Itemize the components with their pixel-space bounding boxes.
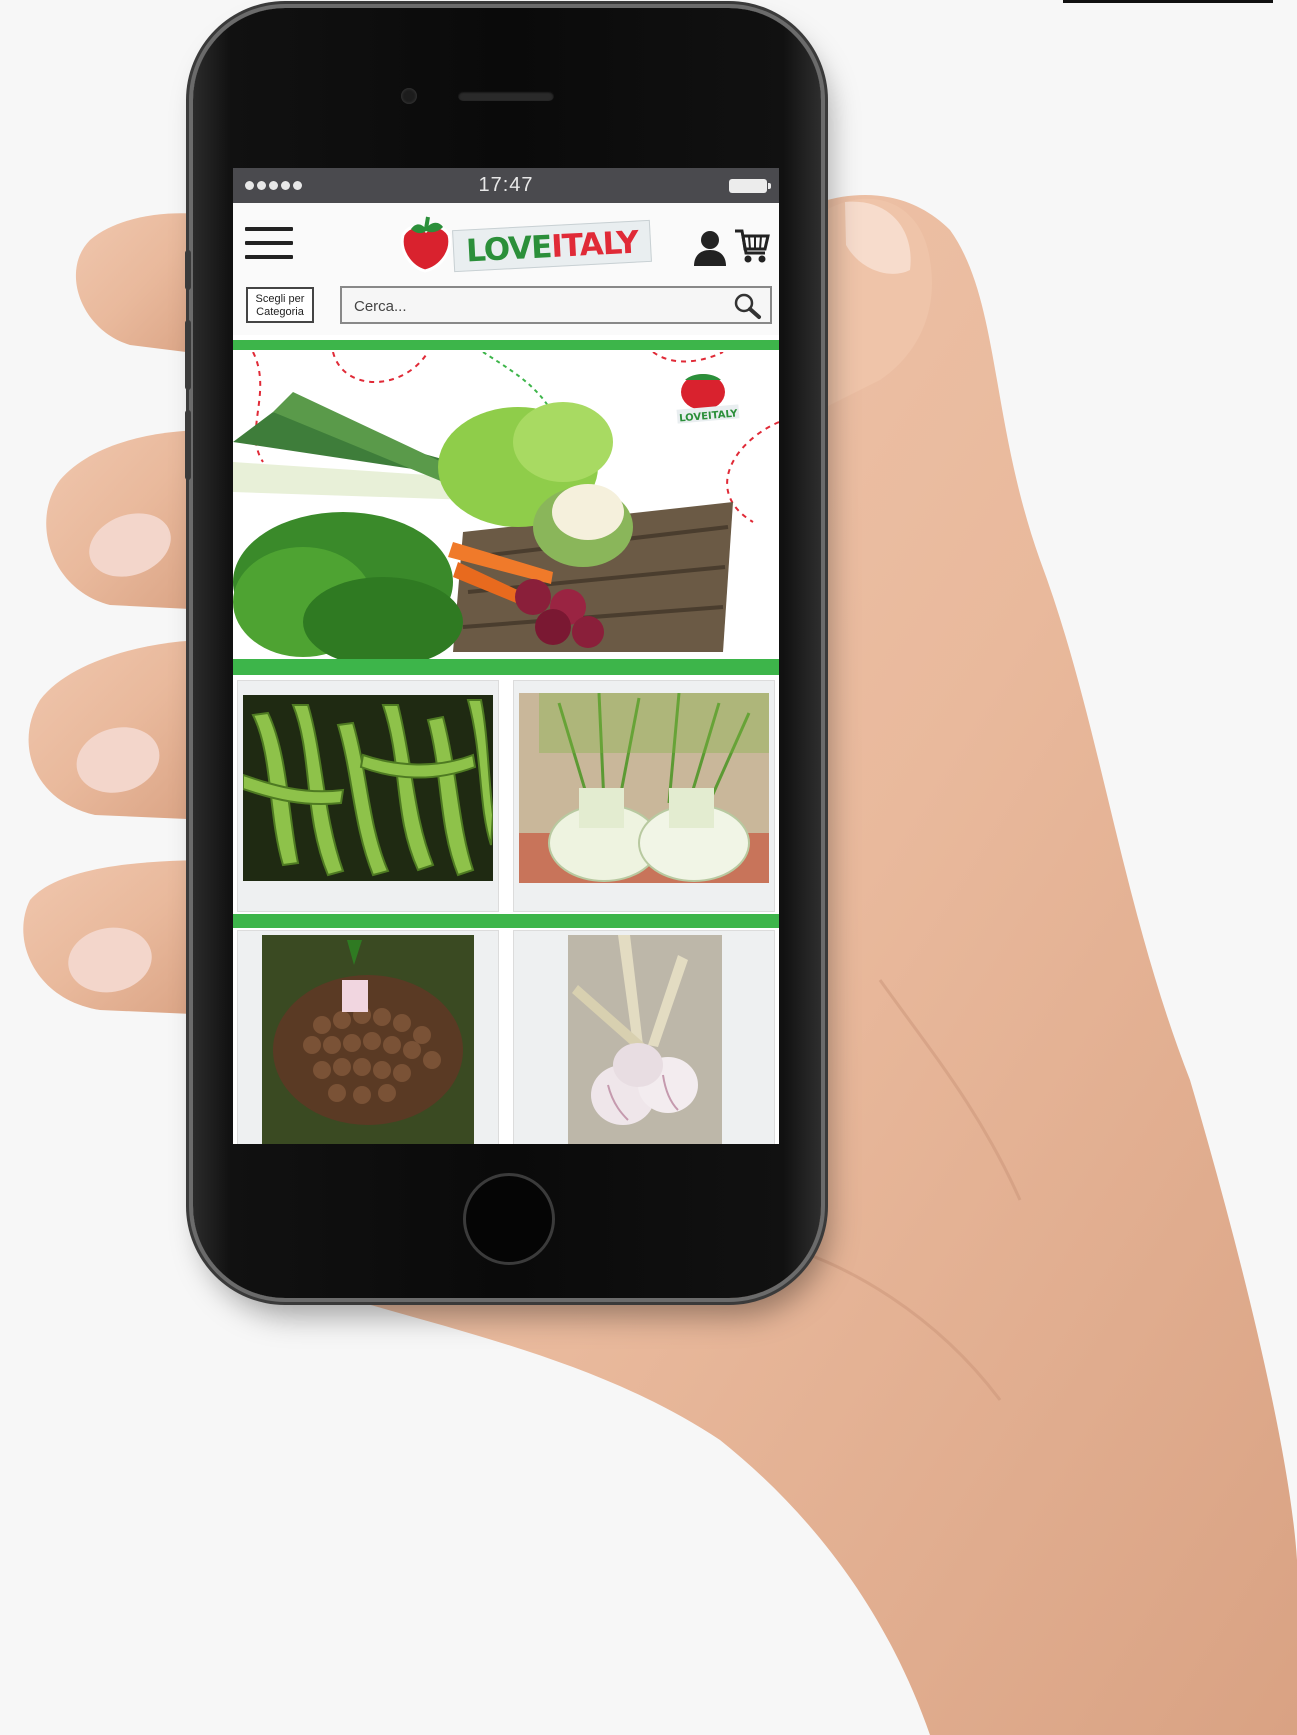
status-bar: 17:47 xyxy=(233,168,779,203)
logo-wordmark: LOVEITALY xyxy=(452,219,652,273)
search-box xyxy=(340,286,772,324)
user-icon[interactable] xyxy=(693,229,727,267)
search-icon[interactable] xyxy=(732,292,762,320)
volume-down-button xyxy=(185,410,191,480)
product-tile[interactable] xyxy=(237,930,499,1144)
divider-bar-2 xyxy=(233,659,779,675)
logo-love: LOVE xyxy=(465,229,553,270)
hero-banner[interactable]: LOVEITALY xyxy=(233,352,779,659)
divider-bar-3 xyxy=(233,914,779,928)
volume-up-button xyxy=(185,320,191,390)
search-input[interactable] xyxy=(352,292,706,320)
product-image-fave-beans xyxy=(243,695,493,881)
home-button[interactable] xyxy=(463,1173,555,1265)
product-image-dried-figs xyxy=(262,935,474,1144)
loveitaly-logo[interactable]: LOVEITALY xyxy=(393,211,652,277)
vegetable-crate-image: LOVEITALY xyxy=(233,352,779,659)
cart-icon[interactable] xyxy=(733,227,771,265)
hamburger-menu-icon[interactable] xyxy=(245,227,293,259)
status-time: 17:47 xyxy=(478,174,534,196)
mute-switch xyxy=(185,250,191,290)
front-camera-icon xyxy=(401,88,417,104)
product-image-fennel xyxy=(519,693,769,883)
logo-italy: ITALY xyxy=(550,224,639,266)
product-tile[interactable] xyxy=(237,680,499,912)
battery-icon xyxy=(729,179,771,193)
phone-screen: 17:47 LOVEITALY Scegli per Categoria Cer… xyxy=(233,168,779,1144)
category-button[interactable]: Scegli per Categoria xyxy=(246,287,314,323)
category-button-line1: Scegli per xyxy=(255,293,305,305)
product-image-garlic xyxy=(568,935,722,1144)
product-tile[interactable] xyxy=(513,680,775,912)
category-button-line2: Categoria xyxy=(256,306,304,318)
app-header: LOVEITALY xyxy=(233,203,779,275)
search-row: Scegli per Categoria xyxy=(233,275,779,335)
divider-bar xyxy=(233,340,779,350)
product-tile[interactable] xyxy=(513,930,775,1144)
earpiece-speaker xyxy=(458,91,554,101)
